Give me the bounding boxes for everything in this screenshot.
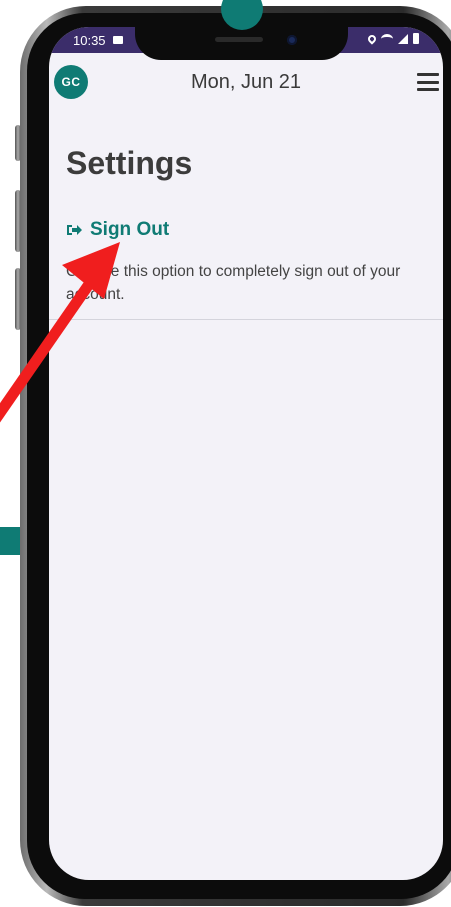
teal-decoration-bar (0, 527, 22, 555)
app-header: GC Mon, Jun 21 (49, 53, 443, 109)
message-notification-icon (113, 36, 123, 44)
section-divider (49, 319, 443, 320)
wifi-icon (381, 33, 393, 44)
sign-out-button[interactable]: Sign Out (66, 219, 169, 241)
cell-signal-icon (398, 33, 408, 44)
front-camera (287, 35, 297, 45)
status-time: 10:35 (73, 33, 106, 48)
status-icons (366, 32, 419, 45)
sign-out-description: Choose this option to completely sign ou… (66, 263, 401, 303)
screenshot-stage: 10:35 GC Mon, Jun 21 Settings Sign Out C… (0, 0, 451, 907)
phone-screen: 10:35 GC Mon, Jun 21 Settings Sign Out C… (49, 27, 443, 880)
header-date: Mon, Jun 21 (190, 71, 302, 93)
battery-icon (413, 33, 419, 44)
sign-out-label[interactable]: Sign Out (90, 219, 169, 241)
page-title: Settings (66, 145, 193, 181)
phone-notch (135, 27, 348, 60)
sign-out-icon (66, 223, 82, 237)
location-icon (366, 32, 378, 45)
hamburger-menu-icon[interactable] (417, 73, 439, 91)
speaker-grille (215, 37, 263, 42)
